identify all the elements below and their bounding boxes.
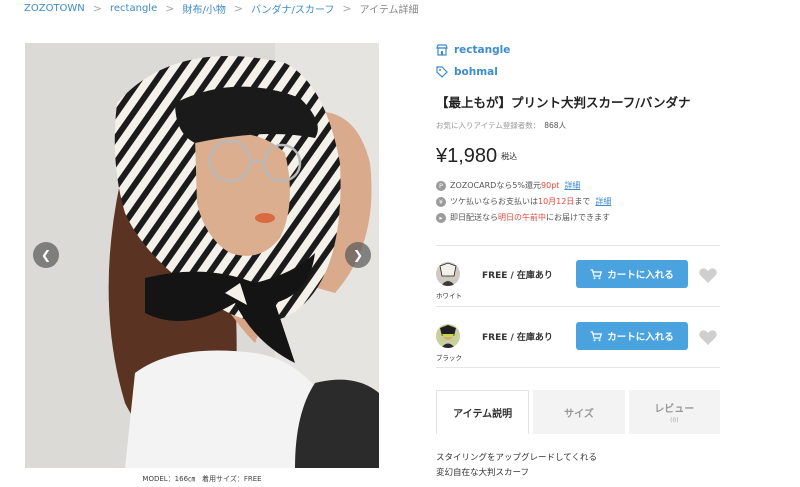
add-to-cart-button[interactable]: カートに入れる — [576, 322, 688, 350]
payment-icon: ¥ — [436, 196, 446, 207]
tab-label: サイズ — [564, 408, 594, 420]
variant-row-white: ホワイト FREE / 在庫あり カートに入れる — [436, 260, 720, 308]
breadcrumb-shop[interactable]: rectangle — [110, 3, 157, 14]
add-to-cart-label: カートに入れる — [607, 332, 674, 343]
favorite-count-label: お気に入りアイテム登録者数： — [436, 121, 541, 130]
variant-row-black: ブラック FREE / 在庫あり カートに入れる — [436, 322, 720, 370]
favorite-heart-button[interactable] — [698, 265, 718, 285]
chevron-left-icon: ❮ — [40, 248, 52, 262]
tag-icon — [436, 66, 448, 78]
breadcrumb-separator: > — [165, 1, 175, 15]
tax-label: 税込 — [501, 152, 518, 161]
heart-icon — [699, 268, 717, 283]
shop-icon — [436, 44, 448, 56]
tab-review[interactable]: レビュー (0) — [628, 390, 720, 434]
stock-status: FREE / 在庫あり — [482, 333, 553, 343]
heart-icon — [699, 330, 717, 345]
breadcrumb-separator: > — [92, 1, 103, 15]
description-line: 変幻自在な大判スカーフ — [436, 468, 529, 478]
tab-label: アイテム説明 — [453, 409, 513, 420]
product-photo[interactable] — [25, 43, 379, 468]
shop-name: rectangle — [454, 44, 511, 56]
breadcrumb-separator: > — [342, 1, 352, 15]
divider — [436, 245, 720, 246]
info-detail-link[interactable]: 詳細 — [595, 196, 611, 207]
add-to-cart-button[interactable]: カートに入れる — [576, 260, 688, 288]
tab-item-description[interactable]: アイテム説明 — [436, 390, 530, 434]
color-swatch-white[interactable] — [436, 262, 460, 286]
truck-icon: ▸ — [436, 212, 446, 223]
cart-icon — [590, 330, 603, 341]
info-highlight: 10月12日 — [538, 197, 575, 206]
model-size-caption: MODEL：166㎝ 着用サイズ：FREE — [142, 475, 262, 483]
divider — [436, 306, 720, 307]
info-delivery: ▸ 即日配送なら 明日の午前中 にお届けできます — [436, 212, 610, 223]
description-line: スタイリングをアップグレードしてくれる — [436, 453, 597, 463]
detail-tabs: アイテム説明 サイズ レビュー (0) — [436, 390, 720, 434]
color-label: ブラック — [436, 354, 462, 362]
add-to-cart-label: カートに入れる — [607, 270, 674, 281]
color-swatch-black[interactable] — [436, 324, 460, 348]
chevron-right-icon: ❯ — [352, 248, 364, 262]
review-count: (0) — [670, 417, 679, 424]
points-icon: P — [436, 180, 446, 191]
info-highlight: 90pt — [541, 181, 560, 190]
tab-size[interactable]: サイズ — [533, 390, 625, 434]
tab-label: レビュー — [654, 404, 695, 415]
info-text: ツケ払いならお支払いは — [450, 197, 538, 206]
shop-link[interactable]: rectangle — [436, 44, 510, 56]
info-highlight: 明日の午前中 — [498, 213, 546, 222]
model-photo-illustration — [25, 43, 379, 468]
info-text: にお届けできます — [546, 213, 610, 222]
favorite-count: お気に入りアイテム登録者数： 868人 — [436, 120, 566, 131]
info-deferred-payment: ¥ ツケ払いならお支払いは 10月12日 まで 詳細 — [436, 196, 611, 207]
gallery-prev-button[interactable]: ❮ — [33, 242, 59, 268]
breadcrumb-separator: > — [233, 1, 244, 15]
stock-status: FREE / 在庫あり — [482, 271, 553, 281]
info-text: まで — [574, 197, 591, 206]
breadcrumb: ZOZOTOWN > rectangle > 財布/小物 > バンダナ/スカーフ > ア… — [24, 0, 419, 16]
divider — [436, 367, 720, 368]
cart-icon — [590, 268, 603, 279]
breadcrumb-subcategory[interactable]: バンダナ/スカーフ — [251, 1, 334, 16]
brand-name: bohmal — [454, 66, 498, 78]
breadcrumb-home[interactable]: ZOZOTOWN — [24, 3, 85, 14]
color-label: ホワイト — [436, 292, 462, 300]
gallery-next-button[interactable]: ❯ — [345, 242, 371, 268]
price: ¥1,980 税込 — [436, 145, 517, 168]
favorite-count-value: 868人 — [544, 121, 567, 130]
item-description: スタイリングをアップグレードしてくれる 変幻自在な大判スカーフ — [436, 451, 597, 481]
breadcrumb-current: アイテム詳細 — [359, 4, 419, 16]
info-detail-link[interactable]: 詳細 — [564, 180, 580, 191]
favorite-heart-button[interactable] — [698, 327, 718, 347]
info-text: 即日配送なら — [450, 213, 498, 222]
product-title: 【最上もが】プリント大判スカーフ/バンダナ — [436, 95, 691, 110]
price-value: ¥1,980 — [436, 145, 498, 167]
breadcrumb-category[interactable]: 財布/小物 — [182, 1, 225, 16]
info-text: ZOZOCARDなら5%還元 — [450, 181, 542, 190]
info-zozocard: P ZOZOCARDなら5%還元 90pt 詳細 — [436, 180, 580, 191]
brand-link[interactable]: bohmal — [436, 66, 498, 78]
